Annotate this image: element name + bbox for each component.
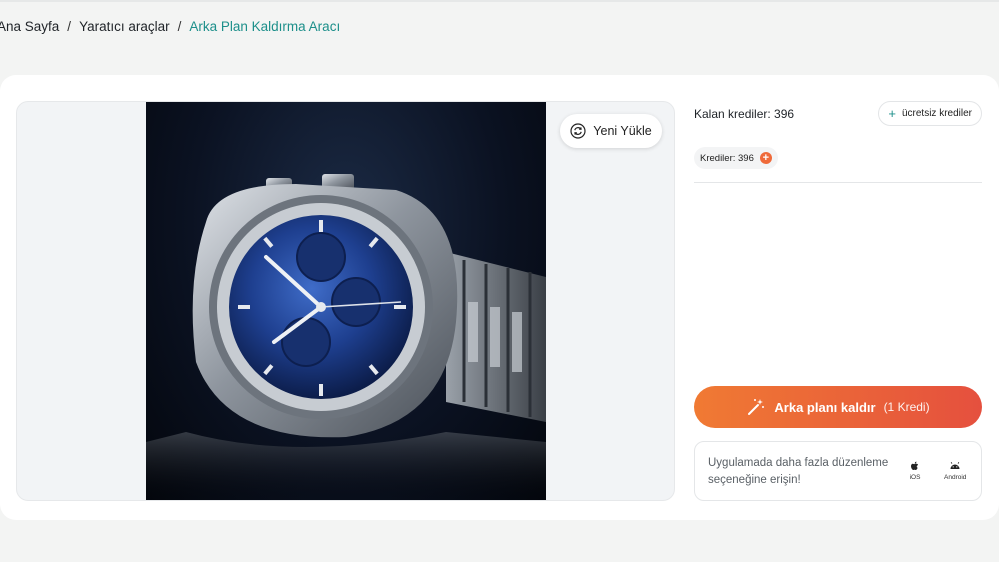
sidebar-panel: Kalan krediler: 396 + ücretsiz krediler …: [694, 101, 982, 501]
breadcrumb-separator: /: [67, 19, 72, 34]
remove-background-button[interactable]: Arka planı kaldır (1 Kredi): [694, 386, 982, 428]
tool-card: Yeni Yükle Kalan krediler: 396 + ücretsi…: [0, 75, 999, 520]
remove-background-label: Arka planı kaldır: [774, 399, 876, 415]
divider: [694, 182, 982, 183]
breadcrumb: Ana Sayfa / Yaratıcı araçlar / Arka Plan…: [0, 19, 340, 34]
android-label: Android: [944, 474, 967, 481]
ios-store-link[interactable]: iOS: [909, 460, 921, 481]
apple-icon: [909, 460, 921, 472]
uploaded-image: [146, 102, 546, 500]
free-credits-button[interactable]: + ücretsiz krediler: [878, 101, 982, 126]
add-credits-icon[interactable]: +: [759, 152, 772, 164]
credits-row: Kalan krediler: 396 + ücretsiz krediler: [694, 101, 982, 126]
top-border: [0, 0, 999, 2]
plus-icon: +: [888, 106, 896, 121]
breadcrumb-home[interactable]: Ana Sayfa: [0, 19, 59, 34]
remove-background-cost: (1 Kredi): [883, 400, 930, 414]
breadcrumb-current: Arka Plan Kaldırma Aracı: [189, 19, 341, 34]
app-promo-text: Uygulamada daha fazla düzenleme seçeneği…: [708, 457, 889, 486]
refresh-icon: [570, 123, 586, 139]
remaining-credits: Kalan krediler: 396: [694, 106, 795, 121]
magic-wand-icon: [746, 397, 766, 417]
android-store-link[interactable]: Android: [944, 460, 966, 481]
breadcrumb-creative-tools[interactable]: Yaratıcı araçlar: [79, 19, 170, 34]
credits-badge: Krediler: 396 +: [694, 147, 778, 169]
reupload-button[interactable]: Yeni Yükle: [560, 114, 662, 148]
credits-badge-label: Krediler: 396: [700, 152, 754, 164]
ios-label: iOS: [909, 474, 921, 481]
android-icon: [949, 460, 961, 472]
free-credits-label: ücretsiz krediler: [901, 108, 972, 119]
app-promo-box: Uygulamada daha fazla düzenleme seçeneği…: [694, 441, 982, 501]
watch-photo: [146, 174, 546, 500]
breadcrumb-separator: /: [177, 19, 182, 34]
image-preview-area: Yeni Yükle: [16, 101, 675, 501]
reupload-label: Yeni Yükle: [593, 124, 652, 138]
